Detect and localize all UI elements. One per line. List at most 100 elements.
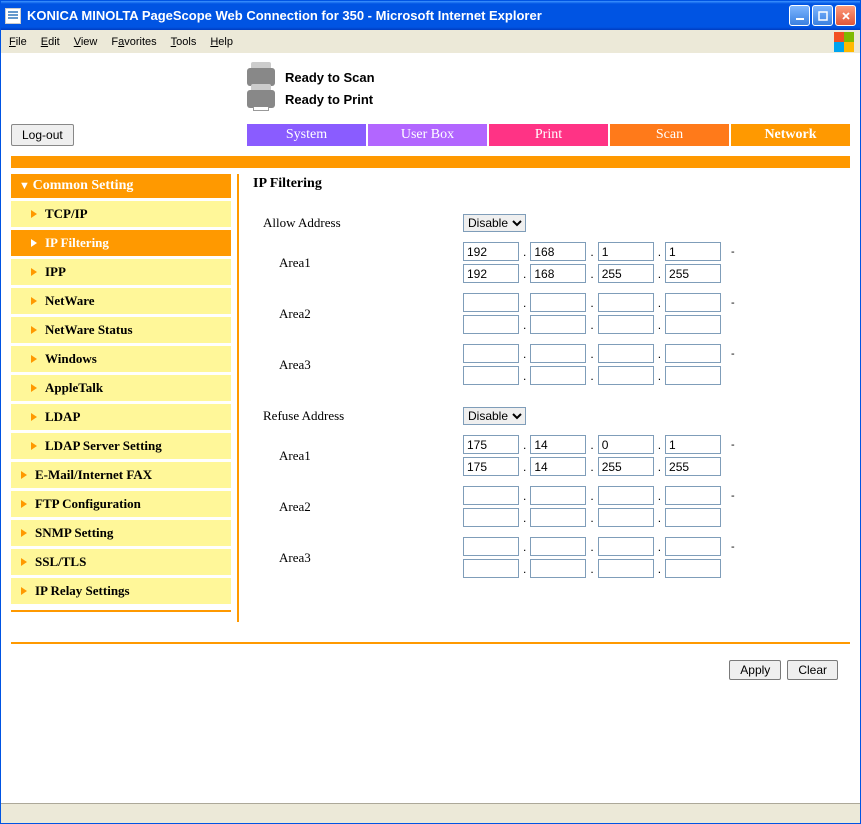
- refuse-area3-from-octet2[interactable]: [530, 537, 586, 556]
- allow-area3-from-octet3[interactable]: [598, 344, 654, 363]
- app-icon: [5, 8, 21, 24]
- refuse-area3-label: Area3: [263, 550, 463, 566]
- refuse-area3-from-octet1[interactable]: [463, 537, 519, 556]
- browser-statusbar: [1, 803, 860, 823]
- sidebar-item-ip-filtering[interactable]: IP Filtering: [11, 230, 231, 256]
- refuse-area2-to-octet2[interactable]: [530, 508, 586, 527]
- allow-area2-to-octet4[interactable]: [665, 315, 721, 334]
- sidebar-item-netware-status[interactable]: NetWare Status: [11, 317, 231, 343]
- refuse-area1-to-octet1[interactable]: [463, 457, 519, 476]
- sidebar-item-ssl-tls[interactable]: SSL/TLS: [11, 549, 231, 575]
- tab-scan[interactable]: Scan: [610, 124, 729, 146]
- menu-favorites[interactable]: Favorites: [111, 36, 156, 48]
- sidebar-item-e-mail-internet-fax[interactable]: E-Mail/Internet FAX: [11, 462, 231, 488]
- divider-bar: [11, 156, 850, 168]
- refuse-area2-from-octet4[interactable]: [665, 486, 721, 505]
- allow-area3-to-octet2[interactable]: [530, 366, 586, 385]
- top-tabs: System User Box Print Scan Network: [247, 124, 850, 146]
- allow-area1-from-octet2[interactable]: [530, 242, 586, 261]
- allow-area1-to-octet4[interactable]: [665, 264, 721, 283]
- refuse-area1-to-octet3[interactable]: [598, 457, 654, 476]
- close-button[interactable]: [835, 5, 856, 26]
- allow-area2-from-octet3[interactable]: [598, 293, 654, 312]
- maximize-button[interactable]: [812, 5, 833, 26]
- logout-button[interactable]: Log-out: [11, 124, 74, 146]
- allow-area3-from-octet4[interactable]: [665, 344, 721, 363]
- refuse-area3-from-octet3[interactable]: [598, 537, 654, 556]
- allow-area1-from-octet3[interactable]: [598, 242, 654, 261]
- window-titlebar: KONICA MINOLTA PageScope Web Connection …: [1, 1, 860, 30]
- refuse-area1-to-octet4[interactable]: [665, 457, 721, 476]
- menu-file[interactable]: File: [9, 36, 27, 48]
- refuse-label: Refuse Address: [263, 408, 463, 424]
- refuse-area1-from-octet2[interactable]: [530, 435, 586, 454]
- refuse-area2-label: Area2: [263, 499, 463, 515]
- menu-tools[interactable]: Tools: [171, 36, 197, 48]
- sidebar-item-tcp-ip[interactable]: TCP/IP: [11, 201, 231, 227]
- sidebar-item-ldap-server-setting[interactable]: LDAP Server Setting: [11, 433, 231, 459]
- allow-area1-from-octet1[interactable]: [463, 242, 519, 261]
- allow-area1-from-octet4[interactable]: [665, 242, 721, 261]
- sidebar-item-ip-relay-settings[interactable]: IP Relay Settings: [11, 578, 231, 604]
- allow-area2-to-octet1[interactable]: [463, 315, 519, 334]
- allow-area3-label: Area3: [263, 357, 463, 373]
- allow-area2-from-octet1[interactable]: [463, 293, 519, 312]
- allow-area3-to-octet1[interactable]: [463, 366, 519, 385]
- refuse-area1-from-octet3[interactable]: [598, 435, 654, 454]
- window-title: KONICA MINOLTA PageScope Web Connection …: [27, 8, 542, 23]
- allow-select[interactable]: Disable: [463, 214, 526, 232]
- menu-bar: File Edit View Favorites Tools Help: [1, 30, 860, 54]
- refuse-area2-to-octet3[interactable]: [598, 508, 654, 527]
- sidebar-header[interactable]: Common Setting: [11, 174, 231, 198]
- status-print: Ready to Print: [285, 92, 373, 107]
- allow-area2-to-octet3[interactable]: [598, 315, 654, 334]
- allow-area2-from-octet2[interactable]: [530, 293, 586, 312]
- tab-network[interactable]: Network: [731, 124, 850, 146]
- clear-button[interactable]: Clear: [787, 660, 838, 680]
- menu-help[interactable]: Help: [210, 36, 233, 48]
- sidebar-item-windows[interactable]: Windows: [11, 346, 231, 372]
- refuse-select[interactable]: Disable: [463, 407, 526, 425]
- sidebar-divider: [11, 610, 231, 612]
- tab-userbox[interactable]: User Box: [368, 124, 487, 146]
- tab-print[interactable]: Print: [489, 124, 608, 146]
- refuse-area3-to-octet1[interactable]: [463, 559, 519, 578]
- refuse-area2-from-octet2[interactable]: [530, 486, 586, 505]
- sidebar-item-ipp[interactable]: IPP: [11, 259, 231, 285]
- refuse-area3-to-octet3[interactable]: [598, 559, 654, 578]
- allow-area1-to-octet2[interactable]: [530, 264, 586, 283]
- allow-area2-to-octet2[interactable]: [530, 315, 586, 334]
- allow-area1-to-octet3[interactable]: [598, 264, 654, 283]
- sidebar: Common Setting TCP/IP IP Filtering IPP NetW…: [11, 174, 239, 622]
- sidebar-item-snmp-setting[interactable]: SNMP Setting: [11, 520, 231, 546]
- printer-icon: [247, 90, 275, 108]
- allow-area3-to-octet4[interactable]: [665, 366, 721, 385]
- refuse-area1-to-octet2[interactable]: [530, 457, 586, 476]
- refuse-area2-from-octet3[interactable]: [598, 486, 654, 505]
- refuse-area2-to-octet4[interactable]: [665, 508, 721, 527]
- refuse-area2-to-octet1[interactable]: [463, 508, 519, 527]
- refuse-area3-to-octet4[interactable]: [665, 559, 721, 578]
- refuse-area3-to-octet2[interactable]: [530, 559, 586, 578]
- refuse-area3-from-octet4[interactable]: [665, 537, 721, 556]
- allow-area3-from-octet2[interactable]: [530, 344, 586, 363]
- printer-status: Ready to Scan Ready to Print: [247, 66, 850, 110]
- allow-area1-to-octet1[interactable]: [463, 264, 519, 283]
- menu-view[interactable]: View: [74, 36, 98, 48]
- sidebar-item-appletalk[interactable]: AppleTalk: [11, 375, 231, 401]
- sidebar-item-netware[interactable]: NetWare: [11, 288, 231, 314]
- sidebar-item-ldap[interactable]: LDAP: [11, 404, 231, 430]
- allow-label: Allow Address: [263, 215, 463, 231]
- allow-area2-from-octet4[interactable]: [665, 293, 721, 312]
- refuse-area1-label: Area1: [263, 448, 463, 464]
- refuse-area1-from-octet4[interactable]: [665, 435, 721, 454]
- refuse-area1-from-octet1[interactable]: [463, 435, 519, 454]
- sidebar-item-ftp-configuration[interactable]: FTP Configuration: [11, 491, 231, 517]
- minimize-button[interactable]: [789, 5, 810, 26]
- tab-system[interactable]: System: [247, 124, 366, 146]
- apply-button[interactable]: Apply: [729, 660, 781, 680]
- allow-area3-to-octet3[interactable]: [598, 366, 654, 385]
- allow-area3-from-octet1[interactable]: [463, 344, 519, 363]
- refuse-area2-from-octet1[interactable]: [463, 486, 519, 505]
- menu-edit[interactable]: Edit: [41, 36, 60, 48]
